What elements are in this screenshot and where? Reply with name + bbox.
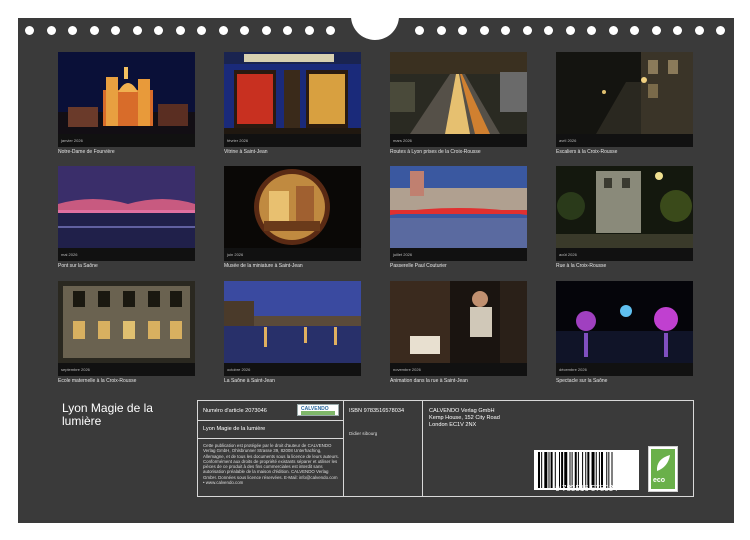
legal-notice: Cette publication est protégée par le dr…	[203, 443, 339, 486]
product-title-row: Lyon Magie de la lumière	[198, 421, 343, 439]
photo-passerelle-paul-couturier	[390, 166, 527, 248]
binding-hole	[587, 26, 596, 35]
photo-escaliers-croix-rousse	[556, 52, 693, 134]
month-tile-april: avril 2026 Escaliers à la Croix-Rousse	[556, 52, 693, 155]
binding-hole	[25, 26, 34, 35]
publisher-name: CALVENDO Verlag GmbH	[429, 408, 495, 414]
photo-spectacle-saone	[556, 281, 693, 363]
binding-hole	[651, 26, 661, 35]
binding-hole	[630, 26, 639, 35]
binding-hole	[716, 26, 725, 35]
binding-hole	[565, 26, 575, 35]
eco-logo: eco	[648, 446, 678, 492]
photo-saone-saint-jean	[224, 281, 361, 363]
month-tile-may: mai 2026 Pont sur la Saône	[58, 166, 195, 269]
month-tile-september: septembre 2026 Ecole maternelle à la Cro…	[58, 281, 195, 384]
month-tile-august: août 2026 Rue à la Croix-Rousse	[556, 166, 693, 269]
photo-ecole-maternelle	[58, 281, 195, 363]
month-tile-march: mars 2026 Routes à Lyon prises de la Cro…	[390, 52, 527, 155]
tile-caption: Rue à la Croix-Rousse	[556, 263, 607, 269]
photo-pont-saone	[58, 166, 195, 248]
eco-label: eco	[653, 477, 666, 484]
tile-caption: Animation dans la rue à Saint-Jean	[390, 378, 468, 384]
tile-caption: Vitrine à Saint-Jean	[224, 149, 268, 155]
tile-caption: La Saône à Saint-Jean	[224, 378, 275, 384]
month-tile-january: janvier 2026 Notre-Dame de Fourvière	[58, 52, 195, 155]
binding-hole	[501, 26, 510, 35]
binding-hole	[175, 26, 185, 35]
month-label: octobre 2026	[224, 363, 361, 376]
tile-caption: Routes à Lyon prises de la Croix-Rousse	[390, 149, 481, 155]
binding-hole	[240, 26, 249, 35]
tile-caption: Passerelle Paul Couturier	[390, 263, 447, 269]
binding-hole	[694, 26, 704, 35]
photo-rue-croix-rousse	[556, 166, 693, 248]
tile-caption: Escaliers à la Croix-Rousse	[556, 149, 618, 155]
binding-hole	[326, 26, 335, 35]
calvendo-logo: CALVENDO	[297, 404, 339, 416]
binding-hole	[436, 26, 446, 35]
month-label: septembre 2026	[58, 363, 195, 376]
binding-hole	[544, 26, 553, 35]
publisher-address-line2: London EC1V 2NX	[429, 422, 477, 428]
article-number: Numéro d'article 2073046	[203, 408, 267, 414]
month-tile-december: décembre 2026 Spectacle sur la Saône	[556, 281, 693, 384]
publisher-address-line1: Kemp House, 152 City Road	[429, 415, 500, 421]
binding-hole	[304, 26, 314, 35]
month-label: juillet 2026	[390, 248, 527, 261]
month-label: juin 2026	[224, 248, 361, 261]
binding-hole	[522, 26, 532, 35]
tile-caption: Spectacle sur la Saône	[556, 378, 608, 384]
month-tile-october: octobre 2026 La Saône à Saint-Jean	[224, 281, 361, 384]
photo-musee-miniature	[224, 166, 361, 248]
month-tile-june: juin 2026 Musée de la miniature à Saint-…	[224, 166, 361, 269]
article-row: Numéro d'article 2073046 CALVENDO	[198, 401, 343, 421]
binding-hole	[111, 26, 120, 35]
binding-hole	[218, 26, 228, 35]
binding-hole	[479, 26, 489, 35]
binding-hole	[132, 26, 142, 35]
binding-hole	[68, 26, 77, 35]
month-tile-november: novembre 2026 Animation dans la rue à Sa…	[390, 281, 527, 384]
binding-hole	[89, 26, 99, 35]
binding-hole	[197, 26, 206, 35]
month-label: août 2026	[556, 248, 693, 261]
month-label: avril 2026	[556, 134, 693, 147]
month-tile-july: juillet 2026 Passerelle Paul Couturier	[390, 166, 527, 269]
tile-caption: Musée de la miniature à Saint-Jean	[224, 263, 303, 269]
tile-caption: Notre-Dame de Fourvière	[58, 149, 115, 155]
month-label: février 2026	[224, 134, 361, 147]
month-label: janvier 2026	[58, 134, 195, 147]
tile-caption: Ecole maternelle à la Croix-Rousse	[58, 378, 137, 384]
photo-notre-dame-fourviere	[58, 52, 195, 134]
leaf-icon	[656, 455, 670, 471]
tile-caption: Pont sur la Saône	[58, 263, 98, 269]
product-title: Lyon Magie de la lumière	[203, 426, 266, 432]
binding-hole	[46, 26, 56, 35]
photo-vitrine-saint-jean	[224, 52, 361, 134]
binding-hole	[261, 26, 271, 35]
logo-stripe	[301, 411, 335, 415]
binding-hole	[415, 26, 424, 35]
binding-hole	[458, 26, 467, 35]
barcode-digits: 9 783516 578034	[555, 484, 618, 493]
month-label: décembre 2026	[556, 363, 693, 376]
binding-hole	[673, 26, 682, 35]
photo-animation-rue	[390, 281, 527, 363]
month-label: mai 2026	[58, 248, 195, 261]
month-tile-february: février 2026 Vitrine à Saint-Jean	[224, 52, 361, 155]
author-name: Didier sibourg	[349, 431, 378, 436]
isbn: ISBN 9783516578034	[349, 408, 405, 414]
info-column-middle: ISBN 9783516578034 Didier sibourg	[344, 401, 423, 496]
photo-routes-lyon	[390, 52, 527, 134]
binding-hole	[283, 26, 292, 35]
binding-hole	[608, 26, 618, 35]
month-label: novembre 2026	[390, 363, 527, 376]
calendar-title: Lyon Magie de la lumière	[62, 401, 153, 428]
binding-hole	[154, 26, 163, 35]
info-column-left: Numéro d'article 2073046 CALVENDO Lyon M…	[198, 401, 344, 496]
month-label: mars 2026	[390, 134, 527, 147]
